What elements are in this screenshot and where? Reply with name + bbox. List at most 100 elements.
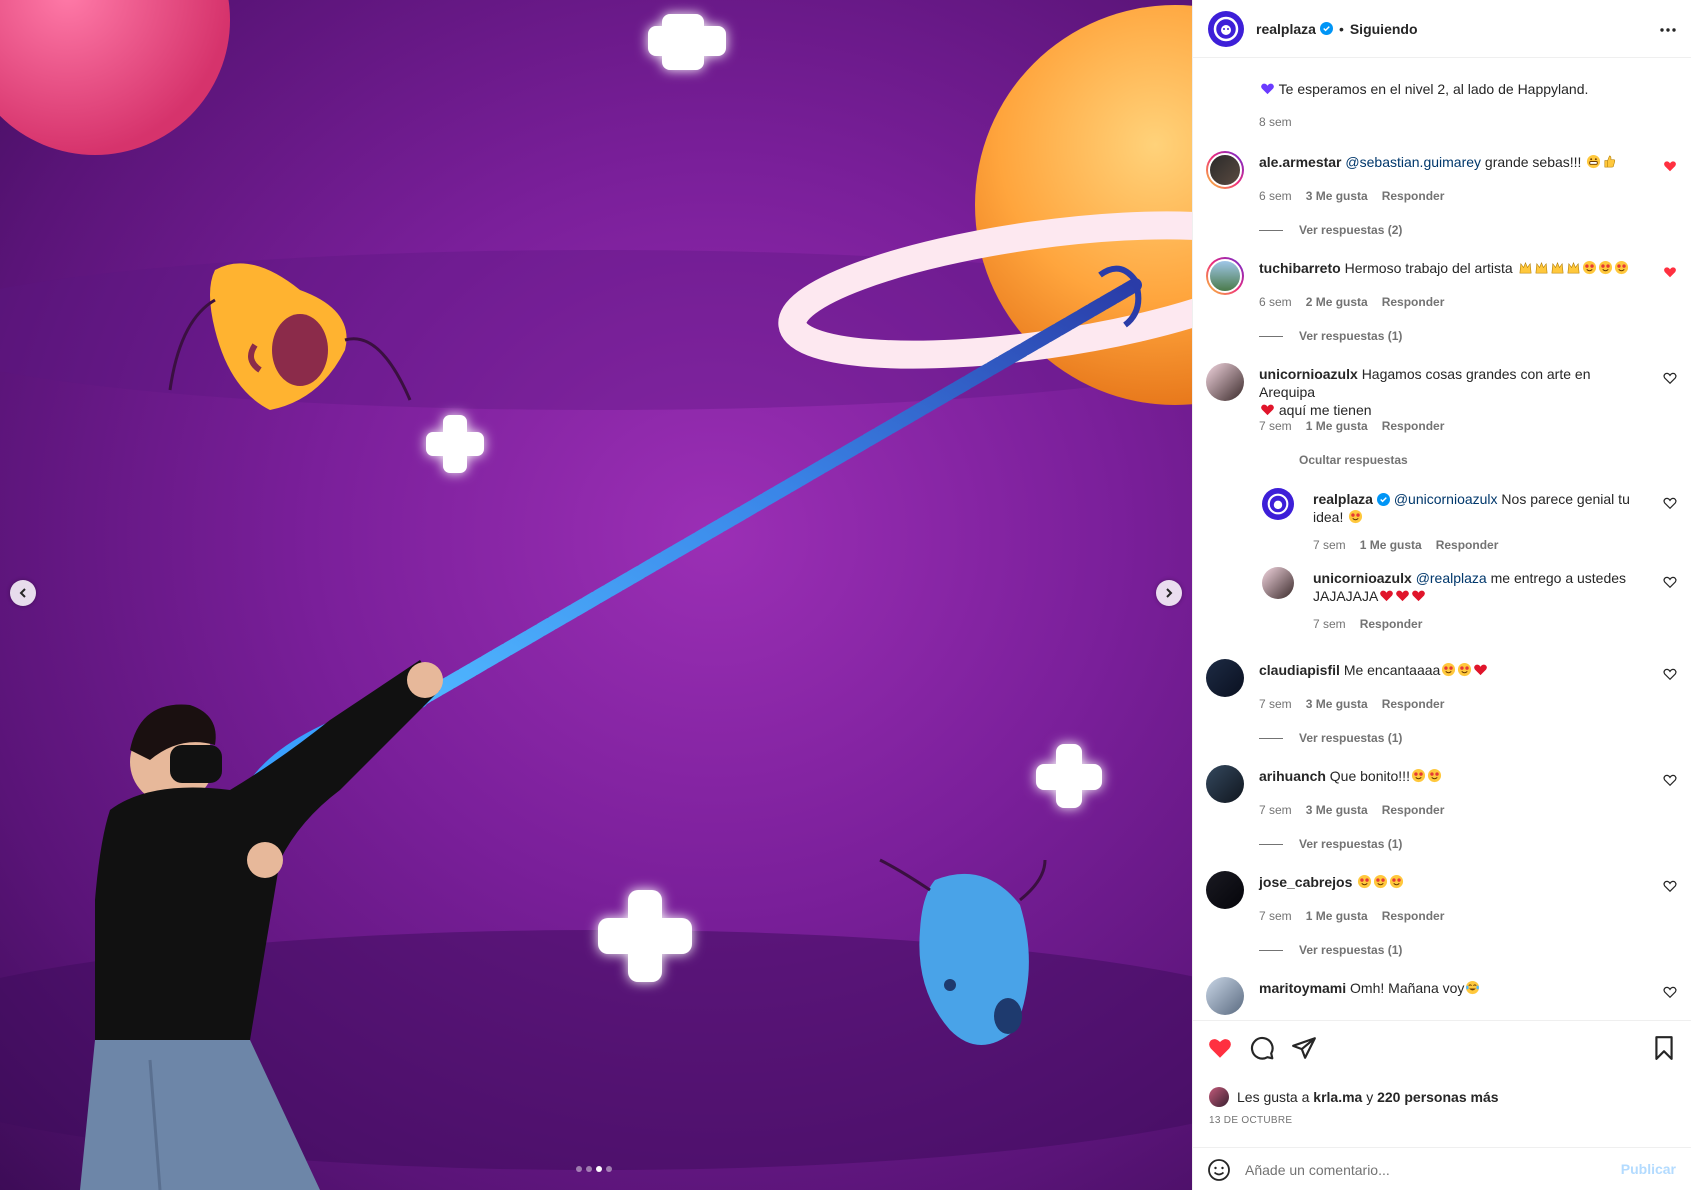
hide-replies-button[interactable]: Ocultar respuestas [1259, 453, 1408, 467]
star-eyes-emoji-icon [1442, 662, 1456, 677]
comment-likes[interactable]: 1 Me gusta [1306, 419, 1368, 433]
comment-body-line2: aquí me tienen [1275, 402, 1372, 418]
previous-slide-button[interactable] [10, 580, 36, 606]
comment-avatar[interactable] [1206, 363, 1244, 401]
reply-avatar[interactable] [1262, 488, 1294, 520]
red-heart-emoji-icon [1261, 404, 1274, 416]
view-replies-button[interactable]: Ver respuestas (1) [1259, 731, 1402, 745]
reply-button[interactable]: Responder [1382, 189, 1445, 203]
comment-time: 7 sem [1259, 909, 1292, 923]
view-replies-button[interactable]: Ver respuestas (1) [1259, 943, 1402, 957]
comment-avatar[interactable] [1206, 871, 1244, 909]
comment-likes[interactable]: 1 Me gusta [1306, 909, 1368, 923]
raising-hands-emoji-icon [1551, 262, 1563, 274]
likes-summary[interactable]: Les gusta a krla.ma y 220 personas más [1209, 1087, 1499, 1107]
comment-avatar[interactable] [1206, 257, 1244, 295]
post-media[interactable] [0, 0, 1192, 1190]
follow-status-button[interactable]: Siguiendo [1350, 21, 1418, 37]
comment-username[interactable]: arihuanch [1259, 768, 1326, 784]
comment-like-icon[interactable] [1663, 667, 1677, 681]
comment-username[interactable]: tuchibarreto [1259, 260, 1341, 276]
comment-like-filled-icon[interactable] [1663, 265, 1677, 279]
comments-list[interactable]: Te esperamos en el nivel 2, al lado de H… [1193, 59, 1691, 1020]
reply-button[interactable]: Responder [1382, 803, 1445, 817]
comment-mention[interactable]: @sebastian.guimarey [1345, 154, 1481, 170]
carousel-dot [576, 1166, 582, 1172]
chevron-left-icon [19, 588, 26, 598]
view-replies-button[interactable]: Ver respuestas (1) [1259, 837, 1402, 851]
comment-avatar[interactable] [1206, 659, 1244, 697]
reply-time: 7 sem [1313, 617, 1346, 631]
comment-text: maritoymami Omh! Mañana voy [1259, 979, 1639, 997]
account-avatar[interactable] [1208, 10, 1244, 47]
comment-text: claudiapisfil Me encantaaaa [1259, 661, 1639, 679]
comment-like-icon[interactable] [1663, 773, 1677, 787]
star-eyes-emoji-icon [1390, 874, 1404, 889]
comment-username[interactable]: claudiapisfil [1259, 662, 1340, 678]
separator-dot: • [1338, 20, 1344, 37]
comment-text: tuchibarreto Hermoso trabajo del artista [1259, 259, 1639, 277]
view-replies-label: Ver respuestas (1) [1299, 943, 1403, 957]
comment-username[interactable]: jose_cabrejos [1259, 874, 1352, 890]
reply-button[interactable]: Responder [1382, 419, 1445, 433]
comment-likes[interactable]: 3 Me gusta [1306, 697, 1368, 711]
comment-like-icon[interactable] [1663, 879, 1677, 893]
tears-of-joy-emoji-icon [1466, 980, 1480, 995]
comment-body: grande sebas!!! [1481, 154, 1586, 170]
more-icon[interactable] [1658, 20, 1678, 40]
reply-button[interactable]: Responder [1436, 538, 1499, 552]
likes-count[interactable]: 220 personas más [1377, 1089, 1498, 1105]
carousel-dot [586, 1166, 592, 1172]
raising-hands-emoji-icon [1535, 262, 1547, 274]
view-replies-button[interactable]: Ver respuestas (1) [1259, 329, 1402, 343]
thumbs-up-emoji-icon [1604, 155, 1616, 168]
caption-time: 8 sem [1259, 115, 1292, 129]
reply-meta: 7 sem 1 Me gusta Responder [1313, 538, 1498, 552]
bookmark-icon[interactable] [1651, 1035, 1677, 1061]
reply-like-icon[interactable] [1663, 496, 1677, 510]
post-actions: Les gusta a krla.ma y 220 personas más 1… [1193, 1020, 1691, 1190]
reply-like-icon[interactable] [1663, 575, 1677, 589]
reply-likes[interactable]: 1 Me gusta [1360, 538, 1422, 552]
comment-username[interactable]: unicornioazulx [1259, 366, 1358, 382]
star-eyes-emoji-icon [1358, 874, 1372, 889]
comment-likes[interactable]: 2 Me gusta [1306, 295, 1368, 309]
comment-icon[interactable] [1249, 1035, 1275, 1061]
carousel-dot [606, 1166, 612, 1172]
heart-icon[interactable] [1207, 1035, 1233, 1061]
comment-input[interactable] [1245, 1161, 1605, 1178]
comment-meta: 7 sem 1 Me gusta Responder [1259, 419, 1444, 433]
comment-text: unicornioazulx Hagamos cosas grandes con… [1259, 365, 1639, 419]
reply-mention[interactable]: @realplaza [1416, 570, 1487, 586]
reply-button[interactable]: Responder [1382, 909, 1445, 923]
reply-button[interactable]: Responder [1382, 295, 1445, 309]
emoji-icon[interactable] [1207, 1158, 1231, 1182]
post-header: realplaza • Siguiendo [1193, 0, 1691, 58]
comment-avatar[interactable] [1206, 151, 1244, 189]
publish-button[interactable]: Publicar [1621, 1161, 1676, 1177]
comment-username[interactable]: ale.armestar [1259, 154, 1342, 170]
comment-time: 6 sem [1259, 295, 1292, 309]
reply-username[interactable]: unicornioazulx [1313, 570, 1412, 586]
comment-text: jose_cabrejos [1259, 873, 1639, 891]
reply-username[interactable]: realplaza [1313, 491, 1373, 507]
comment-likes[interactable]: 3 Me gusta [1306, 803, 1368, 817]
comment-avatar[interactable] [1206, 977, 1244, 1015]
comment-body: Omh! Mañana voy [1350, 980, 1465, 996]
reply-button[interactable]: Responder [1360, 617, 1423, 631]
view-replies-button[interactable]: Ver respuestas (2) [1259, 223, 1402, 237]
share-icon[interactable] [1291, 1035, 1317, 1061]
comment-username[interactable]: maritoymami [1259, 980, 1346, 996]
liker-username[interactable]: krla.ma [1313, 1089, 1362, 1105]
reply-mention[interactable]: @unicornioazulx [1394, 491, 1498, 507]
reply-avatar[interactable] [1262, 567, 1294, 599]
account-username[interactable]: realplaza [1256, 21, 1316, 37]
next-slide-button[interactable] [1156, 580, 1182, 606]
comment-likes[interactable]: 3 Me gusta [1306, 189, 1368, 203]
comment-like-filled-icon[interactable] [1663, 159, 1677, 173]
reply-button[interactable]: Responder [1382, 697, 1445, 711]
carousel-indicator [576, 1166, 612, 1172]
comment-avatar[interactable] [1206, 765, 1244, 803]
comment-like-icon[interactable] [1663, 985, 1677, 999]
comment-like-icon[interactable] [1663, 371, 1677, 385]
